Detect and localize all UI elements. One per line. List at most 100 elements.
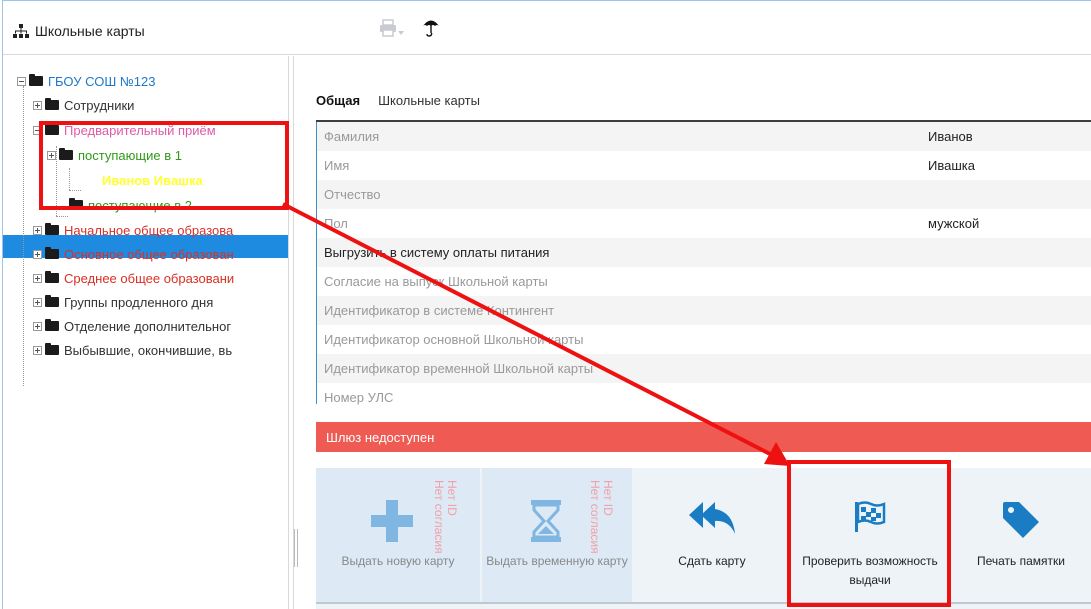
tree-item-label: Отделение дополнительног (64, 318, 232, 334)
tree-item-employees[interactable]: Сотрудники (33, 93, 134, 117)
property-row[interactable]: Выгрузить в систему оплаты питания (316, 238, 1091, 267)
button-label: Печать памятки (976, 554, 1065, 568)
school-cards-app: Школьные карты ГБОУ СОШ №123 Сотрудники (2, 0, 1091, 609)
expand-icon[interactable] (33, 100, 42, 110)
return-card-button[interactable]: Сдать карту (634, 468, 790, 604)
tab-bar: Общая Школьные карты (316, 93, 480, 108)
tree-item-label: Группы продленного дня (64, 294, 214, 310)
action-panel: Нет ID Нет согласия Выдать новую карту Н… (316, 468, 1091, 609)
button-label: Выдать временную карту (486, 554, 628, 568)
property-label: Пол (324, 216, 348, 231)
top-bar: Школьные карты (3, 13, 1091, 55)
property-label: Номер УЛС (324, 390, 394, 405)
property-label: Отчество (324, 187, 381, 202)
tree-item-label: Предварительный приём (64, 122, 216, 138)
banner-text: Шлюз недоступен (326, 429, 435, 445)
properties-grid: Фамилия Иванов Имя Ивашка Отчество Пол м… (316, 120, 1091, 412)
property-row[interactable]: Имя Ивашка (316, 151, 1091, 180)
tree-item-grade2-applicants[interactable]: поступающие в 2 (69, 193, 192, 217)
folder-icon (45, 319, 59, 331)
issue-new-card-button[interactable]: Нет ID Нет согласия Выдать новую карту (316, 468, 480, 604)
property-label: Идентификатор в системе Контингент (324, 303, 555, 318)
folder-icon (59, 148, 73, 160)
tree-item-secondary-education[interactable]: Среднее общее образовани (33, 266, 234, 290)
tree-item-primary-education[interactable]: Начальное общее образова (33, 218, 233, 242)
checkered-flag-icon (853, 500, 887, 537)
reply-all-icon (687, 500, 737, 539)
collapse-icon[interactable] (33, 125, 42, 135)
folder-icon (45, 295, 59, 307)
no-id-note: Нет ID (445, 480, 459, 516)
no-consent-note: Нет согласия (588, 480, 602, 554)
no-consent-note: Нет согласия (432, 480, 446, 554)
property-row[interactable]: Отчество (316, 180, 1091, 209)
property-row[interactable]: Идентификатор временной Школьной карты (316, 354, 1091, 383)
tree-item-label: Выбывшие, окончившие, вь (64, 342, 233, 358)
folder-icon (45, 123, 59, 135)
tree-root[interactable]: ГБОУ СОШ №123 (17, 69, 156, 93)
tree-item-label: Среднее общее образовани (64, 270, 235, 286)
property-row[interactable]: Идентификатор основной Школьной карты (316, 325, 1091, 354)
check-issue-possibility-button[interactable]: Проверить возможность выдачи (794, 468, 946, 604)
property-row[interactable]: Пол мужской (316, 209, 1091, 238)
umbrella-icon[interactable] (422, 17, 440, 42)
property-label: Имя (324, 158, 350, 173)
expand-icon[interactable] (33, 273, 42, 283)
tree-item-additional-education[interactable]: Отделение дополнительног (33, 314, 231, 338)
tree-root-label: ГБОУ СОШ №123 (48, 73, 156, 89)
property-row[interactable]: Согласие на выпуск Школьной карты (316, 267, 1091, 296)
tree-item-student-ivanov[interactable]: Иванов Ивашка (83, 168, 203, 192)
gateway-unavailable-banner: Шлюз недоступен (316, 422, 1091, 452)
tab-general[interactable]: Общая (316, 93, 360, 108)
folder-icon (69, 198, 83, 210)
tree-item-grade1-applicants[interactable]: поступающие в 1 (47, 143, 182, 167)
issue-temporary-card-button[interactable]: Нет ID Нет согласия Выдать временную кар… (482, 468, 632, 604)
tree-item-label: Основное общее образован (64, 246, 234, 262)
panel-splitter[interactable] (293, 56, 294, 609)
tree-item-graduated[interactable]: Выбывшие, окончившие, вь (33, 338, 232, 362)
expand-icon[interactable] (33, 297, 42, 307)
folder-icon (45, 247, 59, 259)
property-row[interactable]: Номер УЛС (316, 383, 1091, 412)
property-row[interactable]: Фамилия Иванов (316, 122, 1091, 151)
expand-icon[interactable] (33, 321, 42, 331)
printer-icon[interactable] (379, 19, 397, 42)
tree-item-label: поступающие в 2 (88, 197, 192, 213)
button-label: Сдать карту (678, 554, 746, 568)
tree-item-extended-day-groups[interactable]: Группы продленного дня (33, 290, 213, 314)
print-memo-button[interactable]: Печать памятки (948, 468, 1091, 604)
property-value: Ивашка (928, 158, 975, 173)
expand-icon[interactable] (47, 150, 56, 160)
property-row[interactable]: Идентификатор в системе Контингент (316, 296, 1091, 325)
tree-item-label: поступающие в 1 (78, 147, 182, 163)
app-title: Школьные карты (35, 23, 145, 39)
expand-icon[interactable] (33, 249, 42, 259)
tree-item-preliminary-admission[interactable]: Предварительный приём (33, 118, 216, 142)
tab-school-cards[interactable]: Школьные карты (378, 93, 480, 108)
property-value: мужской (928, 216, 980, 231)
hierarchy-icon (13, 24, 29, 38)
tree-item-basic-education[interactable]: Основное общее образован (33, 242, 234, 266)
button-label: Выдать новую карту (341, 554, 455, 568)
org-tree-panel: ГБОУ СОШ №123 Сотрудники Предварительный… (3, 56, 289, 609)
expand-icon[interactable] (33, 345, 42, 355)
folder-icon (83, 173, 97, 185)
chevron-down-icon[interactable] (398, 31, 404, 35)
plus-icon (371, 500, 413, 542)
collapse-icon[interactable] (17, 76, 26, 86)
property-label: Выгрузить в систему оплаты питания (324, 245, 550, 260)
app-title-area: Школьные карты (13, 23, 145, 39)
tree-item-label: Иванов Ивашка (102, 172, 203, 188)
property-label: Идентификатор временной Школьной карты (324, 361, 594, 376)
property-value: Иванов (928, 129, 973, 144)
tree-item-label: Сотрудники (64, 97, 135, 113)
folder-icon (45, 343, 59, 355)
property-label: Фамилия (324, 129, 380, 144)
hourglass-icon (531, 500, 561, 545)
folder-icon (45, 271, 59, 283)
folder-icon (45, 98, 59, 110)
expand-icon[interactable] (33, 225, 42, 235)
splitter-grip[interactable] (294, 529, 298, 567)
button-label: Проверить возможность выдачи (802, 554, 938, 587)
no-id-note: Нет ID (601, 480, 615, 516)
